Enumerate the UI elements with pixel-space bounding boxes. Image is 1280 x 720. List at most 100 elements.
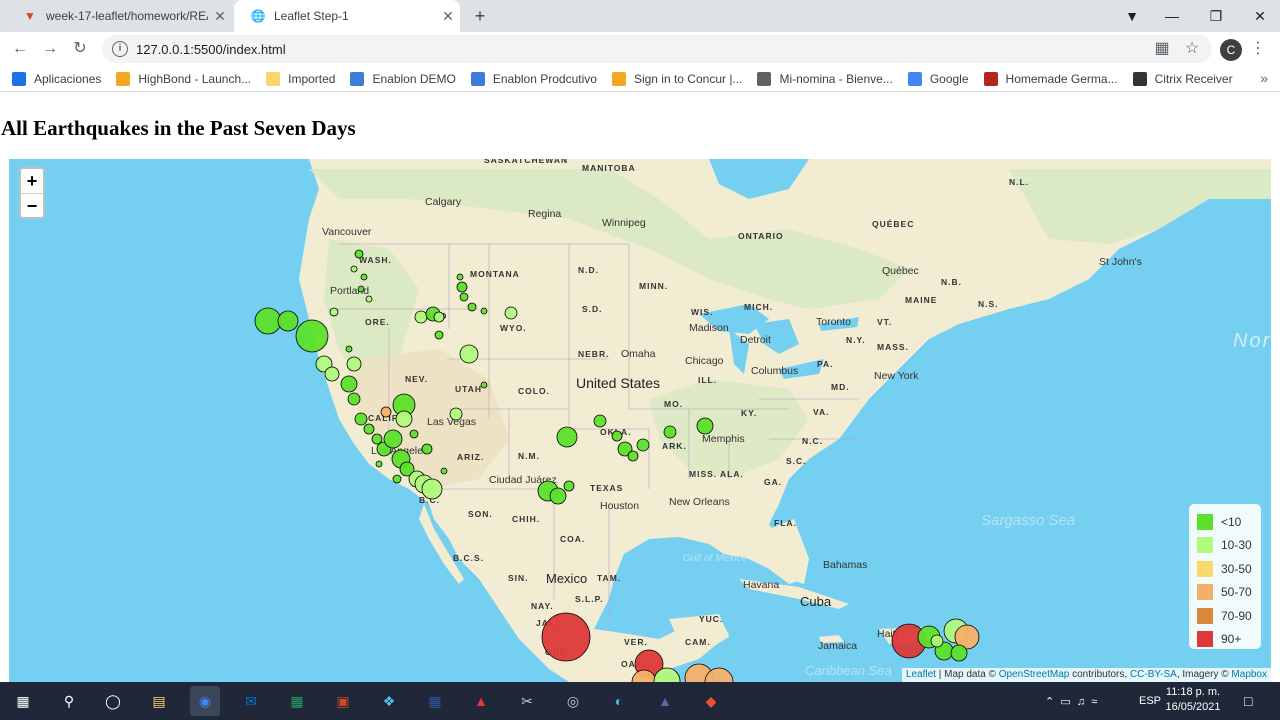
close-icon[interactable]: ✕ — [436, 8, 460, 25]
earthquake-marker[interactable] — [345, 345, 353, 353]
earthquake-map[interactable]: United States Mexico Cuba Calgary Regina Winn… — [9, 159, 1271, 682]
bookmark-2[interactable]: Imported — [266, 71, 335, 86]
bookmark-5[interactable]: Sign in to Concur |... — [611, 71, 742, 86]
maximize-button[interactable]: ❐ — [1194, 0, 1238, 32]
forward-button[interactable]: → — [38, 37, 62, 61]
earthquake-marker[interactable] — [434, 330, 444, 340]
windows-start-icon[interactable]: ▦ — [8, 686, 38, 716]
info-icon[interactable]: i — [112, 41, 128, 57]
earthquake-marker[interactable] — [421, 478, 443, 500]
earthquake-marker[interactable] — [350, 265, 358, 273]
zoom-out-button[interactable]: − — [21, 193, 43, 217]
earthquake-marker[interactable] — [456, 281, 468, 293]
earthquake-marker[interactable] — [504, 306, 518, 320]
bookmark-6[interactable]: Mi-nomina - Bienve... — [757, 71, 893, 86]
translate-icon[interactable]: ▦ — [1150, 37, 1174, 61]
snipping-tool-icon[interactable]: ✂ — [512, 686, 542, 716]
earthquake-marker[interactable] — [663, 425, 677, 439]
earthquake-marker[interactable] — [295, 319, 329, 353]
earthquake-marker[interactable] — [346, 356, 362, 372]
earthquake-marker[interactable] — [556, 426, 578, 448]
more-bookmarks-icon[interactable]: » — [1260, 70, 1268, 86]
back-button[interactable]: ← — [8, 37, 32, 61]
window-close-button[interactable]: ✕ — [1238, 0, 1280, 32]
earthquake-marker[interactable] — [696, 417, 714, 435]
minimize-button[interactable]: — — [1150, 0, 1194, 32]
file-explorer-icon[interactable]: ▤ — [144, 686, 174, 716]
tray-icons[interactable]: ⌃ ▭ ♫ ≈ — [1045, 682, 1097, 720]
menu-icon[interactable]: ⋮ — [1246, 37, 1270, 61]
earthquake-marker[interactable] — [277, 310, 299, 332]
earthquake-marker[interactable] — [480, 381, 488, 389]
citrix-icon[interactable]: ◎ — [558, 686, 588, 716]
teams-icon[interactable]: ▲ — [650, 686, 680, 716]
earthquake-marker[interactable] — [480, 307, 488, 315]
bookmark-9[interactable]: Citrix Receiver — [1132, 71, 1233, 86]
license-link[interactable]: CC-BY-SA — [1130, 669, 1177, 680]
bookmark-star-icon[interactable]: ☆ — [1180, 37, 1204, 61]
word-icon[interactable]: ▦ — [420, 686, 450, 716]
edge-icon[interactable]: ◐ — [604, 686, 634, 716]
earthquake-marker[interactable] — [414, 310, 428, 324]
earthquake-marker[interactable] — [392, 474, 402, 484]
bookmark-4[interactable]: Enablon Prodcutivo — [470, 71, 597, 86]
earthquake-marker[interactable] — [340, 375, 358, 393]
earthquake-marker[interactable] — [467, 302, 477, 312]
earthquake-marker[interactable] — [449, 407, 463, 421]
earthquake-marker[interactable] — [541, 612, 591, 662]
pdf-icon[interactable]: ▲ — [466, 686, 496, 716]
excel-icon[interactable]: ▦ — [282, 686, 312, 716]
earthquake-marker[interactable] — [409, 429, 419, 439]
earthquake-marker[interactable] — [254, 307, 282, 335]
earthquake-marker[interactable] — [365, 295, 373, 303]
chrome-icon[interactable]: ◉ — [190, 686, 220, 716]
earthquake-marker[interactable] — [421, 443, 433, 455]
earthquake-marker[interactable] — [347, 392, 361, 406]
clock[interactable]: 11:18 p. m. 16/05/2021 — [1162, 685, 1224, 715]
earthquake-marker[interactable] — [363, 423, 375, 435]
avatar[interactable]: C — [1220, 39, 1242, 61]
earthquake-marker[interactable] — [433, 311, 445, 323]
earthquake-marker[interactable] — [549, 487, 567, 505]
earthquake-marker[interactable] — [375, 460, 383, 468]
earthquake-marker[interactable] — [354, 249, 364, 259]
earthquake-marker[interactable] — [360, 273, 368, 281]
bookmark-7[interactable]: Google — [907, 71, 969, 86]
tab-search-icon[interactable]: ▼ — [1110, 0, 1154, 32]
tab-leaflet-step-1[interactable]: 🌐 Leaflet Step-1 ✕ — [234, 0, 460, 32]
language-indicator[interactable]: ESP — [1139, 682, 1161, 720]
earthquake-marker[interactable] — [459, 344, 479, 364]
powerpoint-icon[interactable]: ▣ — [328, 686, 358, 716]
git-icon[interactable]: ◆ — [696, 686, 726, 716]
earthquake-markers[interactable] — [9, 159, 1271, 682]
close-icon[interactable]: ✕ — [208, 8, 232, 25]
earthquake-marker[interactable] — [440, 467, 448, 475]
outlook-icon[interactable]: ✉ — [236, 686, 266, 716]
earthquake-marker[interactable] — [636, 438, 650, 452]
bookmark-8[interactable]: Homemade Germa... — [983, 71, 1118, 86]
earthquake-marker[interactable] — [357, 285, 365, 293]
earthquake-marker[interactable] — [563, 480, 575, 492]
earthquake-marker[interactable] — [950, 644, 968, 662]
tab-gitlab-readme[interactable]: ▼ week-17-leaflet/homework/READ ✕ — [6, 0, 232, 32]
zoom-in-button[interactable]: + — [21, 169, 43, 193]
network-app-icon[interactable]: ❖ — [374, 686, 404, 716]
new-tab-button[interactable]: + — [468, 4, 492, 28]
earthquake-marker[interactable] — [627, 450, 639, 462]
notifications-icon[interactable]: □ — [1244, 682, 1252, 720]
earthquake-marker[interactable] — [324, 366, 340, 382]
mapbox-link[interactable]: Mapbox — [1231, 669, 1267, 680]
address-bar[interactable]: i 127.0.0.1:5500/index.html — [102, 35, 1212, 63]
search-icon[interactable]: ⚲ — [54, 686, 84, 716]
earthquake-marker[interactable] — [395, 410, 413, 428]
earthquake-marker[interactable] — [456, 273, 464, 281]
earthquake-marker[interactable] — [329, 307, 339, 317]
osm-link[interactable]: OpenStreetMap — [999, 669, 1070, 680]
earthquake-marker[interactable] — [354, 412, 368, 426]
earthquake-marker[interactable] — [459, 292, 469, 302]
earthquake-marker[interactable] — [383, 429, 403, 449]
task-view-icon[interactable]: ◯ — [98, 686, 128, 716]
earthquake-marker[interactable] — [380, 406, 392, 418]
earthquake-marker[interactable] — [611, 430, 623, 442]
bookmark-1[interactable]: HighBond - Launch... — [116, 71, 251, 86]
